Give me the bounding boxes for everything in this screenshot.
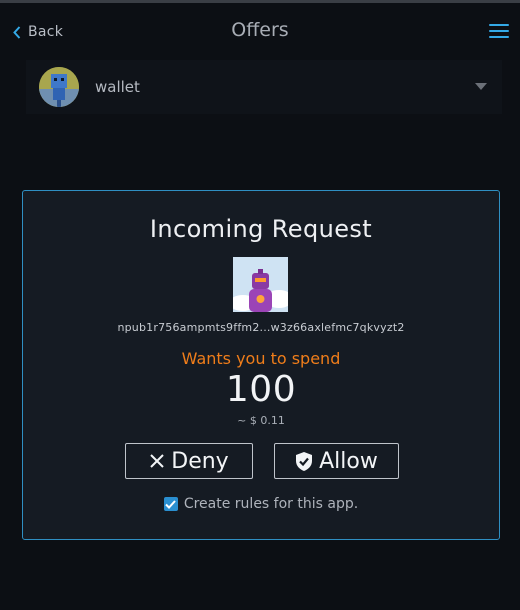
shield-check-icon [296, 451, 313, 471]
allow-button[interactable]: Allow [274, 443, 399, 479]
deny-button[interactable]: Deny [125, 443, 253, 479]
create-rules-option: Create rules for this app. [23, 496, 499, 512]
fiat-amount: ~ $ 0.11 [237, 414, 285, 427]
page-title: Offers [231, 19, 289, 41]
allow-label: Allow [319, 448, 378, 474]
chevron-down-icon [475, 83, 487, 90]
app-npub: npub1r756ampmts9ffm2...w3z66axlefmc7qkvy… [117, 321, 405, 334]
wallet-name: wallet [95, 78, 140, 96]
wallet-selector[interactable]: wallet [26, 60, 502, 114]
checkmark-icon [165, 499, 177, 509]
header: Back Offers [0, 3, 520, 57]
dialog-title: Incoming Request [149, 215, 373, 243]
create-rules-checkbox[interactable] [163, 497, 178, 511]
spend-amount: 100 [225, 369, 297, 410]
hamburger-menu-icon[interactable] [489, 24, 509, 40]
incoming-request-dialog: Incoming Request npub1r756ampmts9ffm2...… [22, 190, 500, 540]
deny-label: Deny [171, 448, 229, 474]
close-icon [150, 454, 164, 468]
request-message: Wants you to spend [181, 349, 341, 368]
avatar [39, 67, 79, 107]
app-avatar [233, 257, 288, 312]
create-rules-label: Create rules for this app. [183, 496, 359, 512]
